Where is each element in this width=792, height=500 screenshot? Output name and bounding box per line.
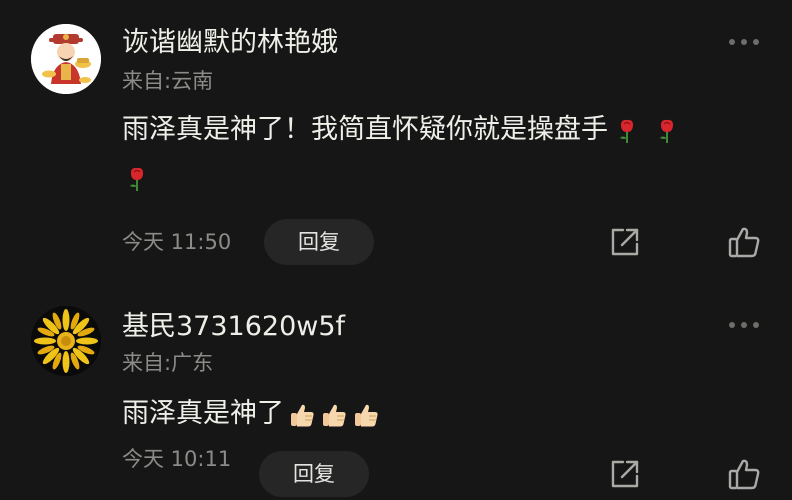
like-icon[interactable] — [727, 457, 761, 491]
reply-button[interactable]: 回复 — [259, 451, 369, 497]
comment-item: 基民3731620w5f 来自:广东 雨泽真是神了 今天 10:11 回复 — [0, 286, 792, 500]
rose-icon — [124, 166, 150, 192]
like-icon[interactable] — [727, 225, 761, 259]
rose-icon — [654, 118, 680, 144]
more-options-icon[interactable] — [728, 38, 760, 46]
comment-list: 诙谐幽默的林艳娥 来自:云南 雨泽真是神了！我简直怀疑你就是操盘手 今天 11:… — [0, 0, 792, 500]
comment-item: 诙谐幽默的林艳娥 来自:云南 雨泽真是神了！我简直怀疑你就是操盘手 今天 11:… — [0, 0, 792, 286]
username[interactable]: 诙谐幽默的林艳娥 — [122, 26, 338, 60]
share-icon[interactable] — [607, 457, 641, 491]
timestamp: 今天 11:50 — [122, 230, 232, 254]
thumbs-up-icon — [288, 401, 316, 429]
reply-button[interactable]: 回复 — [264, 219, 374, 265]
comment-text-body: 雨泽真是神了 — [122, 398, 284, 429]
comment-text: 雨泽真是神了 — [122, 390, 762, 438]
avatar[interactable] — [31, 306, 101, 376]
thumbs-up-icon — [352, 401, 380, 429]
avatar[interactable] — [31, 24, 101, 94]
location-label: 来自:广东 — [122, 351, 214, 375]
more-options-icon[interactable] — [728, 321, 760, 329]
thumbs-up-icon — [320, 401, 348, 429]
fortune-god-icon — [31, 24, 101, 94]
comment-text-body: 雨泽真是神了！我简直怀疑你就是操盘手 — [122, 114, 608, 145]
username[interactable]: 基民3731620w5f — [122, 310, 345, 344]
rose-icon — [614, 118, 640, 144]
yellow-flower-icon — [31, 306, 101, 376]
timestamp: 今天 10:11 — [122, 447, 232, 471]
comment-text: 雨泽真是神了！我简直怀疑你就是操盘手 — [122, 106, 762, 202]
share-icon[interactable] — [607, 225, 641, 259]
location-label: 来自:云南 — [122, 69, 214, 93]
